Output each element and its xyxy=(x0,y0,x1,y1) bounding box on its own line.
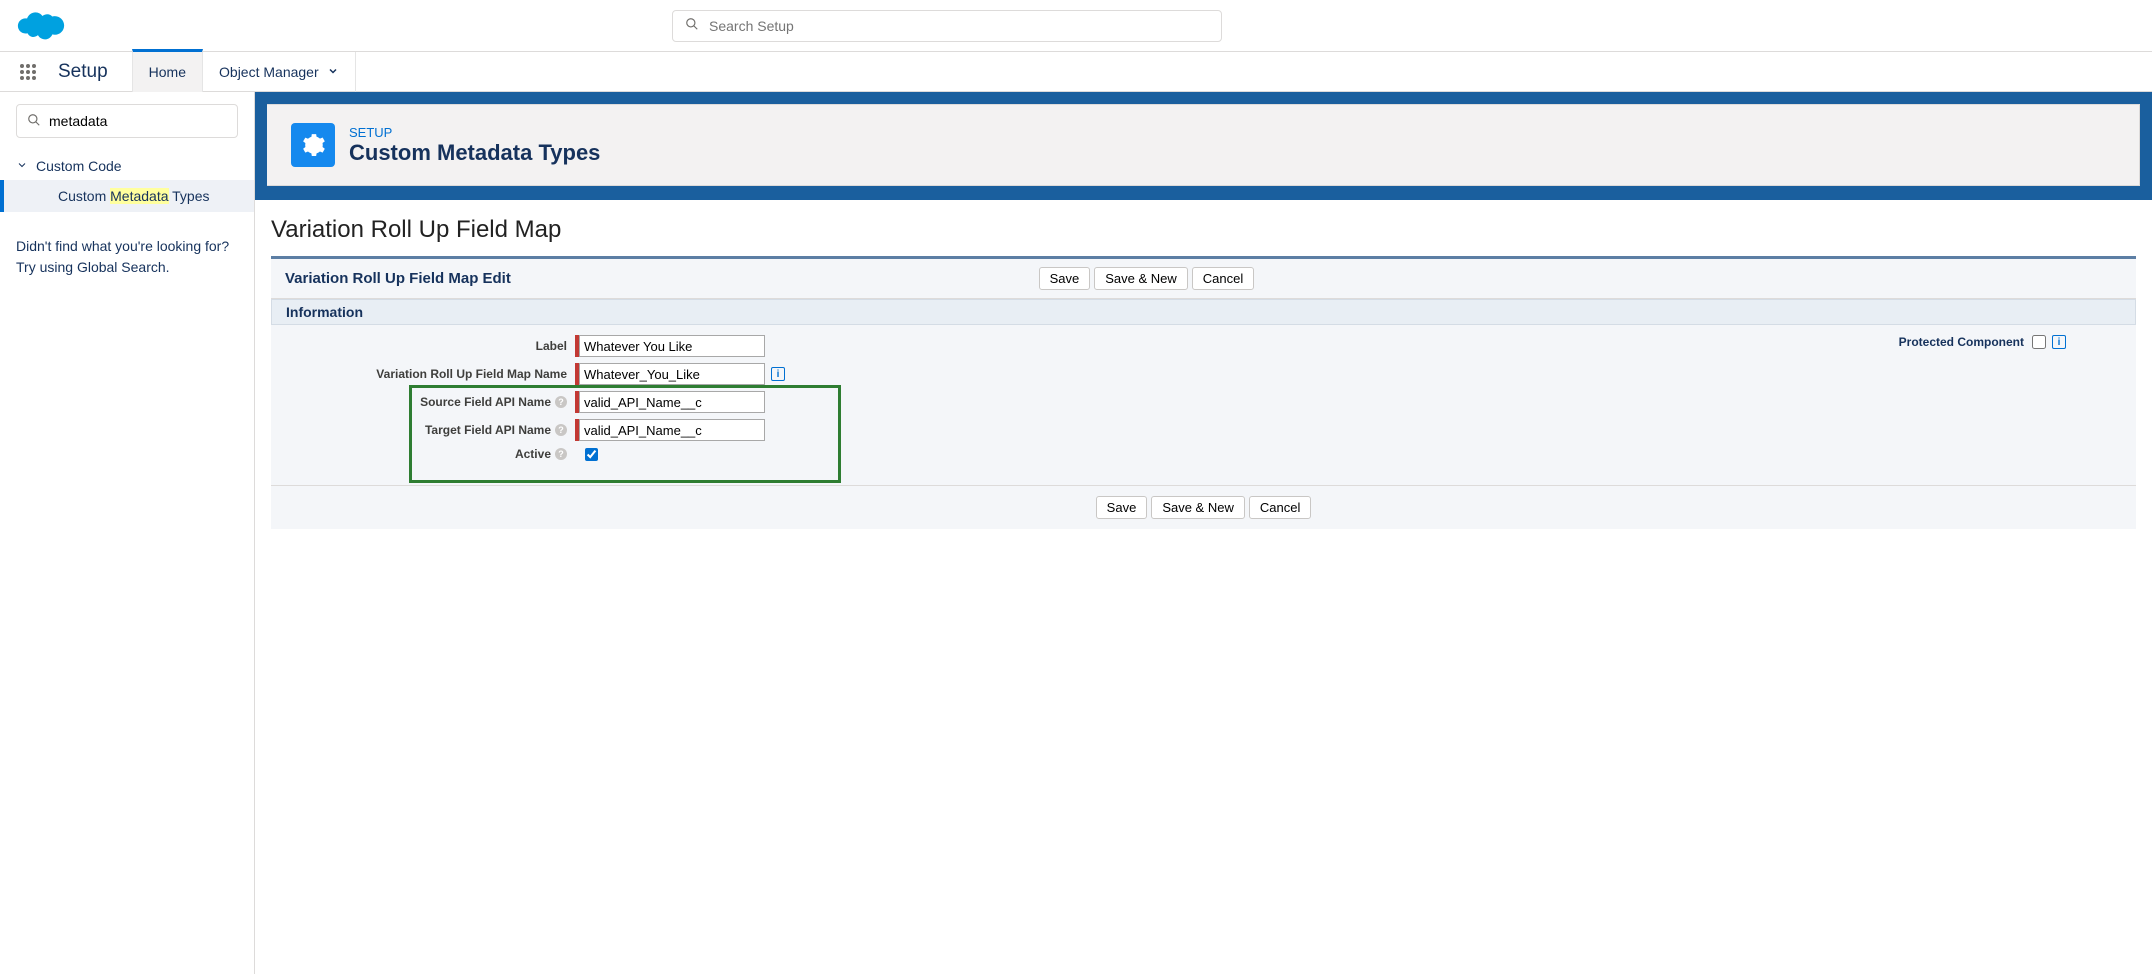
save-button[interactable]: Save xyxy=(1039,267,1091,290)
name-field-label: Variation Roll Up Field Map Name xyxy=(285,367,575,381)
app-launcher-icon[interactable] xyxy=(12,56,44,88)
tab-home[interactable]: Home xyxy=(132,49,203,92)
help-icon[interactable]: ? xyxy=(555,424,567,436)
save-new-button[interactable]: Save & New xyxy=(1094,267,1188,290)
info-icon[interactable]: i xyxy=(2052,335,2066,349)
help-icon[interactable]: ? xyxy=(555,448,567,460)
edit-toolbar: Variation Roll Up Field Map Edit Save Sa… xyxy=(271,259,2136,299)
cancel-button[interactable]: Cancel xyxy=(1249,496,1311,519)
source-field-label: Source Field API Name? xyxy=(285,395,575,409)
source-field-input[interactable] xyxy=(579,391,765,413)
page-title: Custom Metadata Types xyxy=(349,140,600,166)
global-header xyxy=(0,0,2152,52)
target-field-label: Target Field API Name? xyxy=(285,423,575,437)
salesforce-logo xyxy=(12,6,72,46)
form-body: Protected Component i Label Variation Ro… xyxy=(271,325,2136,485)
label-input[interactable] xyxy=(579,335,765,357)
page-header: SETUP Custom Metadata Types xyxy=(267,104,2140,186)
app-name: Setup xyxy=(58,61,108,83)
protected-component-checkbox[interactable] xyxy=(2032,335,2046,349)
global-search-input[interactable] xyxy=(709,18,1209,34)
record-title: Variation Roll Up Field Map xyxy=(271,216,2136,244)
breadcrumb: SETUP xyxy=(349,125,600,140)
global-search[interactable] xyxy=(672,10,1222,42)
active-field-label: Active? xyxy=(285,447,575,461)
info-icon[interactable]: i xyxy=(771,367,785,381)
gear-icon xyxy=(291,123,335,167)
save-new-button[interactable]: Save & New xyxy=(1151,496,1245,519)
protected-component-label: Protected Component xyxy=(1899,335,2024,349)
sidebar-item-custom-metadata-types[interactable]: Custom Metadata Types xyxy=(0,180,254,212)
sidebar-search[interactable] xyxy=(16,104,238,138)
bottom-button-bar: Save Save & New Cancel xyxy=(271,485,2136,529)
name-input[interactable] xyxy=(579,363,765,385)
chevron-down-icon xyxy=(16,158,28,174)
help-icon[interactable]: ? xyxy=(555,396,567,408)
chevron-down-icon xyxy=(327,64,339,80)
nav-bar: Setup Home Object Manager xyxy=(0,52,2152,92)
save-button[interactable]: Save xyxy=(1096,496,1148,519)
active-checkbox[interactable] xyxy=(585,448,598,461)
search-icon xyxy=(685,17,699,34)
target-field-input[interactable] xyxy=(579,419,765,441)
label-field-label: Label xyxy=(285,339,575,353)
content-area: SETUP Custom Metadata Types Variation Ro… xyxy=(255,92,2152,974)
sidebar-search-input[interactable] xyxy=(49,113,230,129)
tab-object-manager[interactable]: Object Manager xyxy=(203,52,356,92)
tree-node-custom-code[interactable]: Custom Code xyxy=(0,152,254,180)
protected-component-field: Protected Component i xyxy=(1899,335,2066,349)
edit-section-title: Variation Roll Up Field Map Edit xyxy=(285,270,511,287)
search-icon xyxy=(27,113,41,130)
cancel-button[interactable]: Cancel xyxy=(1192,267,1254,290)
information-section-header: Information xyxy=(271,299,2136,325)
sidebar-help-text: Didn't find what you're looking for? Try… xyxy=(0,212,254,302)
setup-sidebar: Custom Code Custom Metadata Types Didn't… xyxy=(0,92,255,974)
